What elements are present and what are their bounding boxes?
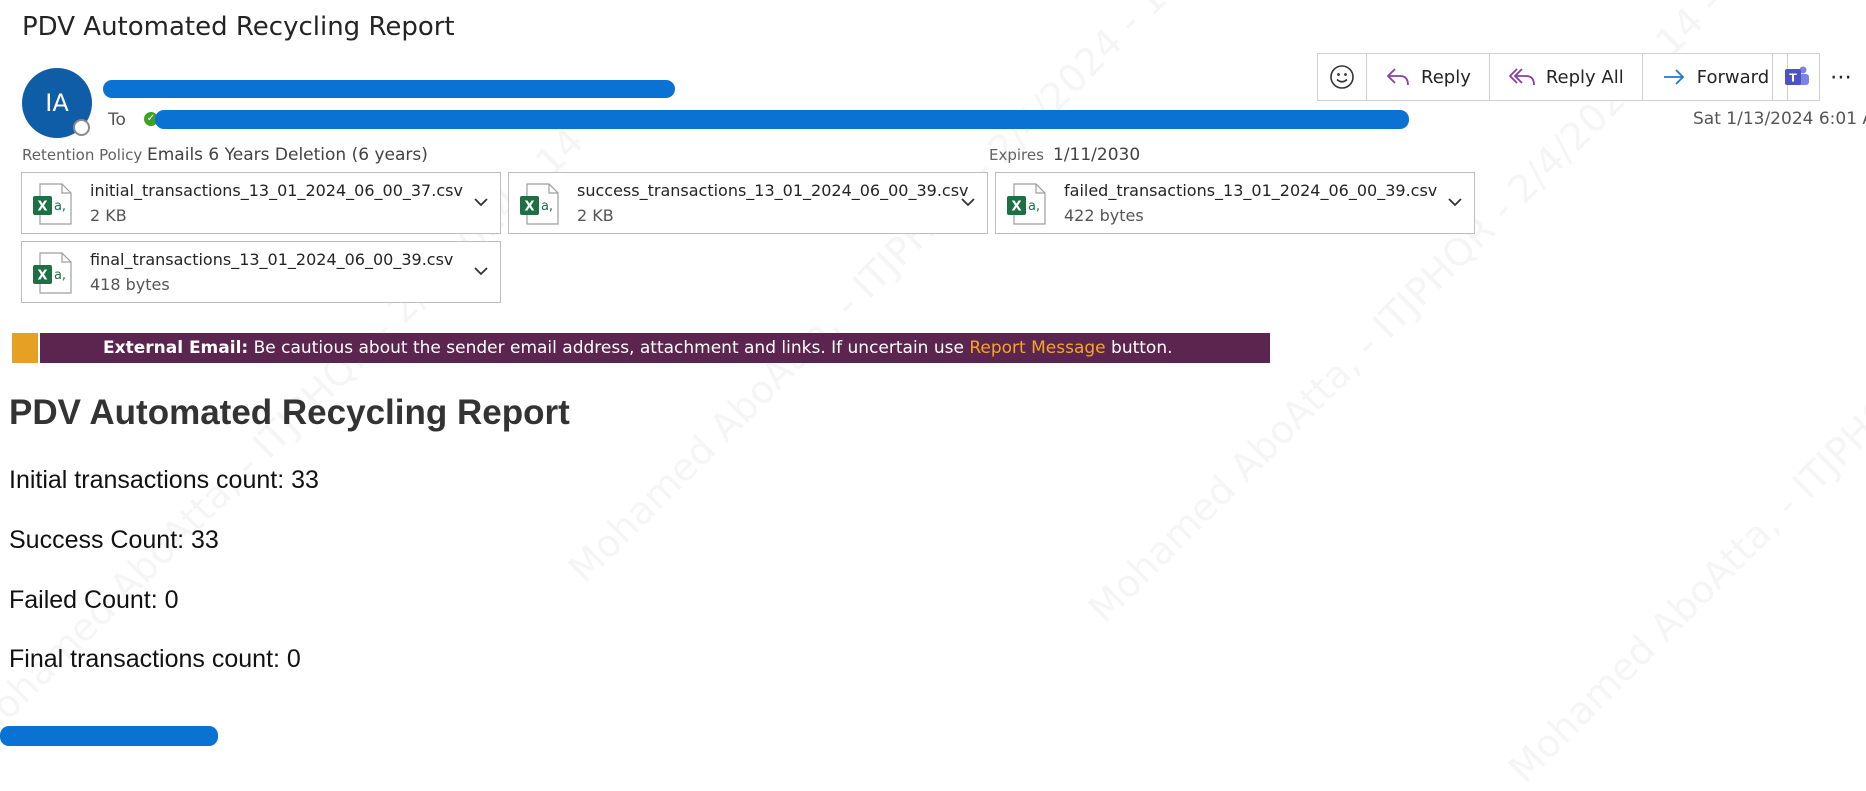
excel-file-icon: X a, [33, 183, 72, 225]
reply-button[interactable]: Reply [1366, 53, 1490, 101]
email-subject: PDV Automated Recycling Report [22, 12, 455, 42]
svg-text:X: X [37, 269, 47, 284]
smiley-icon [1330, 65, 1354, 89]
chevron-down-icon[interactable] [1446, 193, 1464, 211]
excel-file-icon: X a, [520, 183, 559, 225]
svg-text:a,: a, [54, 268, 66, 283]
expires-label: Expires [989, 146, 1044, 164]
presence-status-icon [73, 119, 90, 136]
excel-file-icon: X a, [1007, 183, 1046, 225]
forward-label: Forward [1696, 66, 1770, 88]
svg-text:X: X [524, 200, 534, 215]
message-actions: Reply Reply All Forward [1317, 53, 1789, 101]
signature-redacted [0, 726, 218, 746]
avatar-initials: IA [45, 89, 69, 117]
retention-value[interactable]: Emails 6 Years Deletion (6 years) [147, 145, 428, 165]
body-title: PDV Automated Recycling Report [9, 393, 570, 432]
more-options-button[interactable]: ⋯ [1830, 53, 1866, 101]
reply-all-label: Reply All [1545, 66, 1624, 88]
chevron-down-icon[interactable] [959, 193, 977, 211]
attachment-card[interactable]: X a, failed_transactions_13_01_2024_06_0… [995, 172, 1475, 234]
forward-icon [1663, 69, 1685, 85]
attachment-size: 2 KB [90, 206, 127, 225]
svg-text:X: X [1011, 200, 1021, 215]
svg-text:X: X [37, 200, 47, 215]
attachment-card[interactable]: X a, initial_transactions_13_01_2024_06_… [21, 172, 501, 234]
success-count-line: Success Count: 33 [9, 526, 219, 554]
attachment-size: 2 KB [577, 206, 614, 225]
svg-text:T: T [1789, 72, 1797, 85]
reply-label: Reply [1421, 66, 1471, 88]
react-button[interactable] [1317, 53, 1367, 101]
failed-count-line: Failed Count: 0 [9, 586, 179, 614]
banner-accent-bar [12, 333, 38, 363]
sent-datetime: Sat 1/13/2024 6:01 AM [1693, 109, 1866, 129]
attachment-card[interactable]: X a, success_transactions_13_01_2024_06_… [508, 172, 988, 234]
excel-file-icon: X a, [33, 252, 72, 294]
attachment-name: success_transactions_13_01_2024_06_00_39… [577, 181, 969, 200]
attachment-card[interactable]: X a, final_transactions_13_01_2024_06_00… [21, 241, 501, 303]
attachment-size: 422 bytes [1064, 206, 1144, 225]
reply-all-icon [1508, 68, 1535, 86]
attachment-size: 418 bytes [90, 275, 170, 294]
final-count-line: Final transactions count: 0 [9, 645, 301, 673]
svg-text:a,: a, [54, 199, 66, 214]
teams-icon: T [1785, 66, 1809, 85]
external-email-banner: External Email: Be cautious about the se… [40, 333, 1270, 363]
reply-all-button[interactable]: Reply All [1488, 53, 1643, 101]
banner-bold-label: External Email: [103, 338, 249, 358]
reply-icon [1386, 68, 1409, 86]
initial-count-line: Initial transactions count: 33 [9, 466, 319, 494]
attachment-name: initial_transactions_13_01_2024_06_00_37… [90, 181, 463, 200]
attachment-name: final_transactions_13_01_2024_06_00_39.c… [90, 250, 454, 269]
report-message-link[interactable]: Report Message [969, 338, 1105, 358]
to-label: To [108, 110, 126, 130]
svg-text:a,: a, [541, 199, 553, 214]
chevron-down-icon[interactable] [472, 193, 490, 211]
ellipsis-icon: ⋯ [1830, 64, 1852, 90]
watermark-text: Mohamed AboAtta, - ITJPHQR - 2/4/2024 - … [1500, 141, 1866, 791]
forward-button[interactable]: Forward [1641, 53, 1789, 101]
recipients-redacted [155, 110, 1409, 129]
attachment-name: failed_transactions_13_01_2024_06_00_39.… [1064, 181, 1438, 200]
banner-text: Be cautious about the sender email addre… [248, 338, 970, 358]
teams-button[interactable]: T [1772, 53, 1820, 101]
chevron-down-icon[interactable] [472, 262, 490, 280]
expires-value: 1/11/2030 [1053, 145, 1141, 165]
retention-label: Retention Policy [22, 146, 143, 164]
banner-tail: button. [1105, 338, 1173, 358]
sender-redacted [103, 80, 675, 98]
svg-text:a,: a, [1028, 199, 1040, 214]
